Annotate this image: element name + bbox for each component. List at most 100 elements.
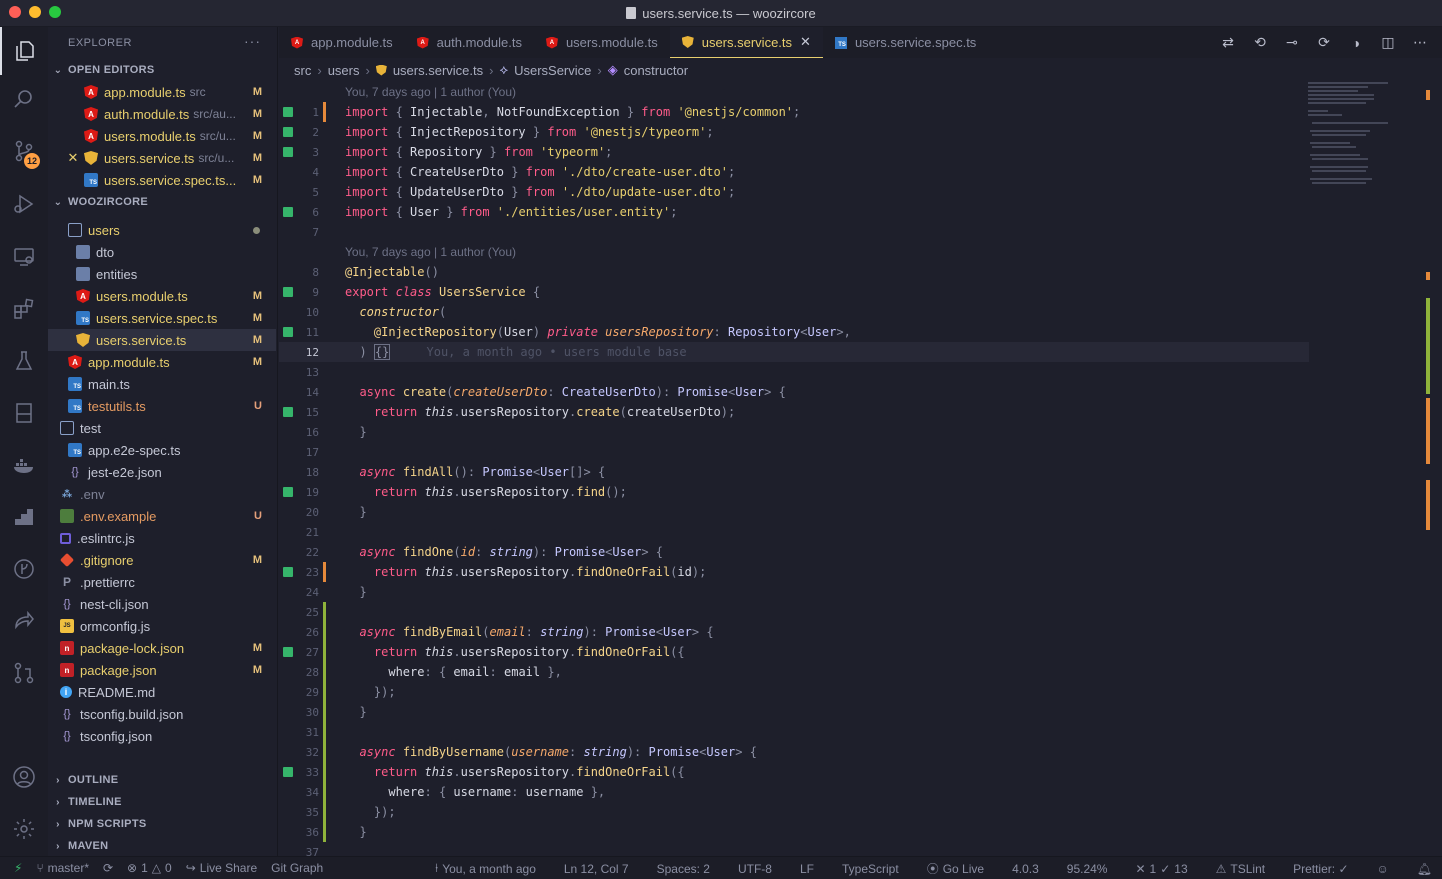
timeline-section[interactable]: › TIMELINE <box>48 791 278 813</box>
previous-change-icon[interactable]: ⟲ <box>1252 34 1268 51</box>
open-editor-item[interactable]: A auth.module.ts src/au... M <box>48 103 276 125</box>
outline-section[interactable]: › OUTLINE <box>48 769 278 791</box>
tree-item-file[interactable]: A app.module.ts M <box>48 351 276 373</box>
minimap[interactable] <box>1306 80 1426 190</box>
codelens-author[interactable]: You, 7 days ago | 1 author (You) <box>345 242 516 262</box>
breadcrumb-item[interactable]: constructor <box>624 63 688 78</box>
ts-version[interactable]: 4.0.3 <box>1012 862 1039 876</box>
end-of-line[interactable]: LF <box>800 862 814 876</box>
overview-ruler[interactable] <box>1426 80 1432 856</box>
open-changes-icon[interactable]: ⇄ <box>1220 34 1236 51</box>
git-graph-button[interactable]: Git Graph <box>271 861 323 875</box>
next-change-icon[interactable]: ⟳ <box>1316 34 1332 51</box>
open-editor-item-active[interactable]: ✕ users.service.ts src/u... M <box>48 147 276 169</box>
branch-indicator[interactable]: ⑂ master* <box>36 861 89 875</box>
tree-item-file[interactable]: ⁂ .env <box>48 483 276 505</box>
npm-scripts-section[interactable]: › NPM SCRIPTS <box>48 813 278 835</box>
tab-users-module[interactable]: A users.module.ts <box>534 27 670 58</box>
live-share-button[interactable]: ↪ Live Share <box>186 861 257 875</box>
code-editor[interactable]: You, 7 days ago | 1 author (You) 1 import… <box>279 80 1309 856</box>
cursor-position[interactable]: Ln 12, Col 7 <box>564 862 629 876</box>
open-editor-item[interactable]: TS users.service.spec.ts... M <box>48 169 276 191</box>
tree-item-folder[interactable]: test <box>48 417 276 439</box>
tree-item-file[interactable]: TS app.e2e-spec.ts <box>48 439 276 461</box>
files-icon <box>16 41 34 61</box>
tab-users-service[interactable]: users.service.ts ✕ <box>669 27 823 58</box>
workspace-header[interactable]: ⌄ WOOZIRCORE <box>48 191 278 213</box>
run-debug-activity[interactable] <box>0 180 48 228</box>
breadcrumb-item[interactable]: UsersService <box>514 63 591 78</box>
breadcrumb-item[interactable]: src <box>294 63 311 78</box>
prettier-indicator[interactable]: Prettier: ✓ <box>1293 862 1348 876</box>
encoding[interactable]: UTF-8 <box>738 862 772 876</box>
stack-activity[interactable] <box>0 493 48 541</box>
tab-users-service-spec[interactable]: TS users.service.spec.ts <box>823 27 988 58</box>
tree-item-folder[interactable]: dto <box>48 241 276 263</box>
problems-indicator[interactable]: ⊗ 1 △ 0 <box>127 861 172 875</box>
tree-item-file[interactable]: TS main.ts <box>48 373 276 395</box>
tree-item-file[interactable]: n package-lock.json M <box>48 637 276 659</box>
bell-icon[interactable]: 🔔︎ <box>1417 862 1432 876</box>
explorer-activity[interactable] <box>0 27 48 75</box>
tree-item-folder[interactable]: users <box>48 219 276 241</box>
tree-item-file[interactable]: i README.md <box>48 681 276 703</box>
docker-activity[interactable] <box>0 441 48 489</box>
close-window-button[interactable] <box>9 6 21 18</box>
timeline-icon[interactable]: ◑ <box>1348 35 1364 51</box>
maven-section[interactable]: › MAVEN <box>48 835 278 857</box>
pull-requests-activity[interactable] <box>0 649 48 697</box>
tree-item-file[interactable]: TS testutils.ts U <box>48 395 276 417</box>
extensions-activity[interactable] <box>0 285 48 333</box>
breadcrumb-item[interactable]: users.service.ts <box>393 63 483 78</box>
tree-item-file[interactable]: A users.module.ts M <box>48 285 276 307</box>
codelens-author[interactable]: You, 7 days ago | 1 author (You) <box>345 82 516 102</box>
split-editor-icon[interactable]: ◫ <box>1380 34 1396 51</box>
close-icon[interactable]: ✕ <box>66 150 80 166</box>
source-control-activity[interactable]: 12 <box>0 127 48 175</box>
open-editor-item[interactable]: A users.module.ts src/u... M <box>48 125 276 147</box>
tree-item-file[interactable]: TS users.service.spec.ts M <box>48 307 276 329</box>
search-activity[interactable] <box>0 75 48 123</box>
code-line: 30 } <box>279 702 1309 722</box>
more-actions-button[interactable]: ··· <box>244 33 261 49</box>
tree-item-file[interactable]: {} tsconfig.build.json <box>48 703 276 725</box>
coverage[interactable]: 95.24% <box>1067 862 1108 876</box>
go-live-button[interactable]: ⦿ Go Live <box>927 860 984 877</box>
breadcrumb-item[interactable]: users <box>328 63 360 78</box>
bookmarks-activity[interactable] <box>0 389 48 437</box>
tree-item-file[interactable]: {} tsconfig.json <box>48 725 276 747</box>
sync-icon[interactable]: ⟳ <box>103 861 113 875</box>
open-editor-item[interactable]: A app.module.ts src M <box>48 81 276 103</box>
tree-item-folder[interactable]: entities <box>48 263 276 285</box>
git-graph-activity[interactable] <box>0 545 48 593</box>
testing-activity[interactable] <box>0 337 48 385</box>
tslint-indicator[interactable]: ⚠ TSLint <box>1216 862 1265 876</box>
test-results[interactable]: ✕ 1 ✓ 13 <box>1135 862 1187 876</box>
remote-indicator-icon[interactable]: ⚡ <box>14 861 22 875</box>
tree-item-file[interactable]: n package.json M <box>48 659 276 681</box>
more-icon[interactable]: ⋯ <box>1412 34 1428 51</box>
feedback-icon[interactable]: ☺ <box>1377 862 1389 876</box>
manage-activity[interactable] <box>0 805 48 853</box>
tree-item-file[interactable]: {} jest-e2e.json <box>48 461 276 483</box>
remote-explorer-activity[interactable] <box>0 233 48 281</box>
tree-item-file-selected[interactable]: users.service.ts M <box>48 329 276 351</box>
indentation[interactable]: Spaces: 2 <box>657 862 710 876</box>
tree-item-file[interactable]: P .prettierrc <box>48 571 276 593</box>
accounts-activity[interactable] <box>0 753 48 801</box>
tab-auth-module[interactable]: A auth.module.ts <box>405 27 534 58</box>
tree-item-file[interactable]: .gitignore M <box>48 549 276 571</box>
live-share-activity[interactable] <box>0 597 48 645</box>
open-editors-header[interactable]: ⌄ OPEN EDITORS <box>48 59 278 81</box>
tree-item-file[interactable]: JS ormconfig.js <box>48 615 276 637</box>
git-commit-icon[interactable]: ⊸ <box>1284 34 1300 51</box>
minimize-window-button[interactable] <box>29 6 41 18</box>
tree-item-file[interactable]: .env.example U <box>48 505 276 527</box>
tree-item-file[interactable]: .eslintrc.js <box>48 527 276 549</box>
close-icon[interactable]: ✕ <box>800 34 811 50</box>
language-mode[interactable]: TypeScript <box>842 862 899 876</box>
tree-item-file[interactable]: {} nest-cli.json <box>48 593 276 615</box>
maximize-window-button[interactable] <box>49 6 61 18</box>
blame-indicator[interactable]: ⍿ You, a month ago <box>435 861 536 876</box>
tab-app-module[interactable]: A app.module.ts <box>279 27 405 58</box>
